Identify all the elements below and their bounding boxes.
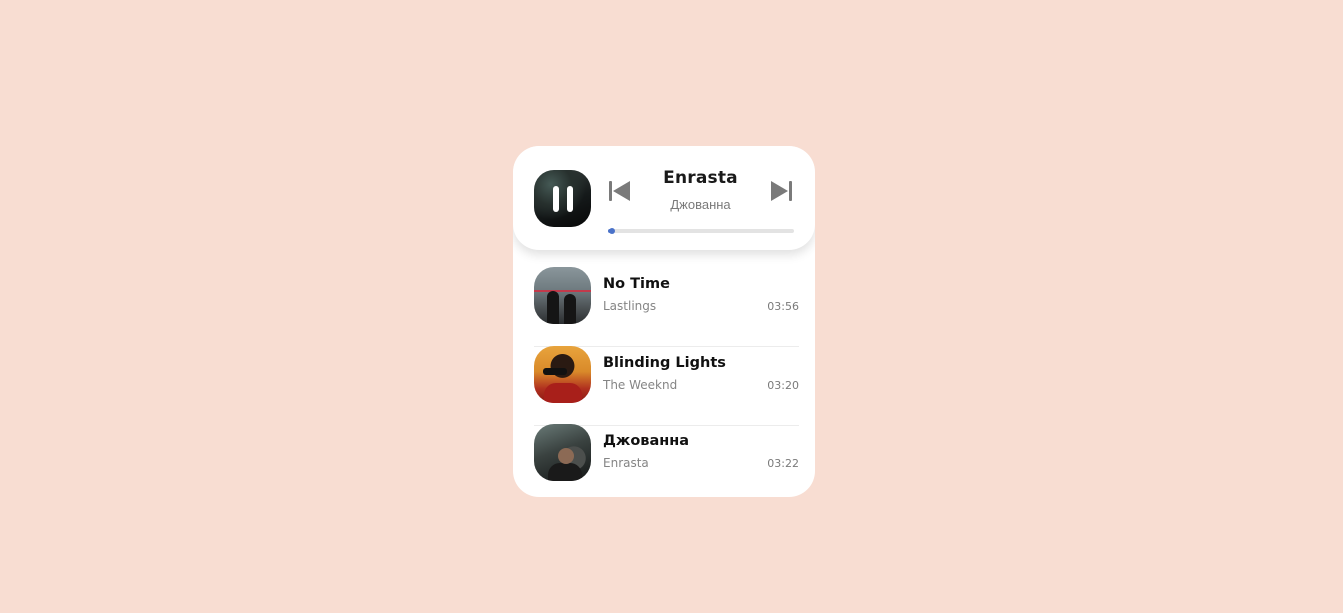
track-title: Blinding Lights <box>603 355 726 371</box>
skip-previous-icon <box>609 181 630 201</box>
pause-icon <box>553 186 573 212</box>
skip-next-icon <box>771 181 792 201</box>
progress-knob[interactable] <box>608 228 615 234</box>
track-cover <box>534 346 591 403</box>
track-duration: 03:22 <box>767 457 799 470</box>
now-playing-artist: Джованна <box>670 197 731 212</box>
previous-track-button[interactable] <box>609 181 631 201</box>
track-title: No Time <box>603 276 670 292</box>
track-cover <box>534 424 591 481</box>
progress-bar[interactable] <box>608 228 794 234</box>
track-item[interactable]: Blinding Lights The Weeknd 03:20 <box>534 346 799 426</box>
music-player-card: Enrasta Джованна No Time Lastlings 03:56… <box>513 146 815 497</box>
track-artist: Enrasta <box>603 456 649 470</box>
track-artist: The Weeknd <box>603 378 678 392</box>
track-cover <box>534 267 591 324</box>
next-track-button[interactable] <box>770 181 792 201</box>
track-duration: 03:56 <box>767 300 799 313</box>
now-playing-panel: Enrasta Джованна <box>513 146 815 250</box>
track-duration: 03:20 <box>767 379 799 392</box>
track-title: Джованна <box>603 433 690 449</box>
track-item[interactable]: No Time Lastlings 03:56 <box>534 267 799 347</box>
track-artist: Lastlings <box>603 299 657 313</box>
now-playing-title: Enrasta <box>663 168 738 188</box>
now-playing-cover-play-pause-button[interactable] <box>534 170 591 227</box>
track-item[interactable]: Джованна Enrasta 03:22 <box>534 424 799 497</box>
